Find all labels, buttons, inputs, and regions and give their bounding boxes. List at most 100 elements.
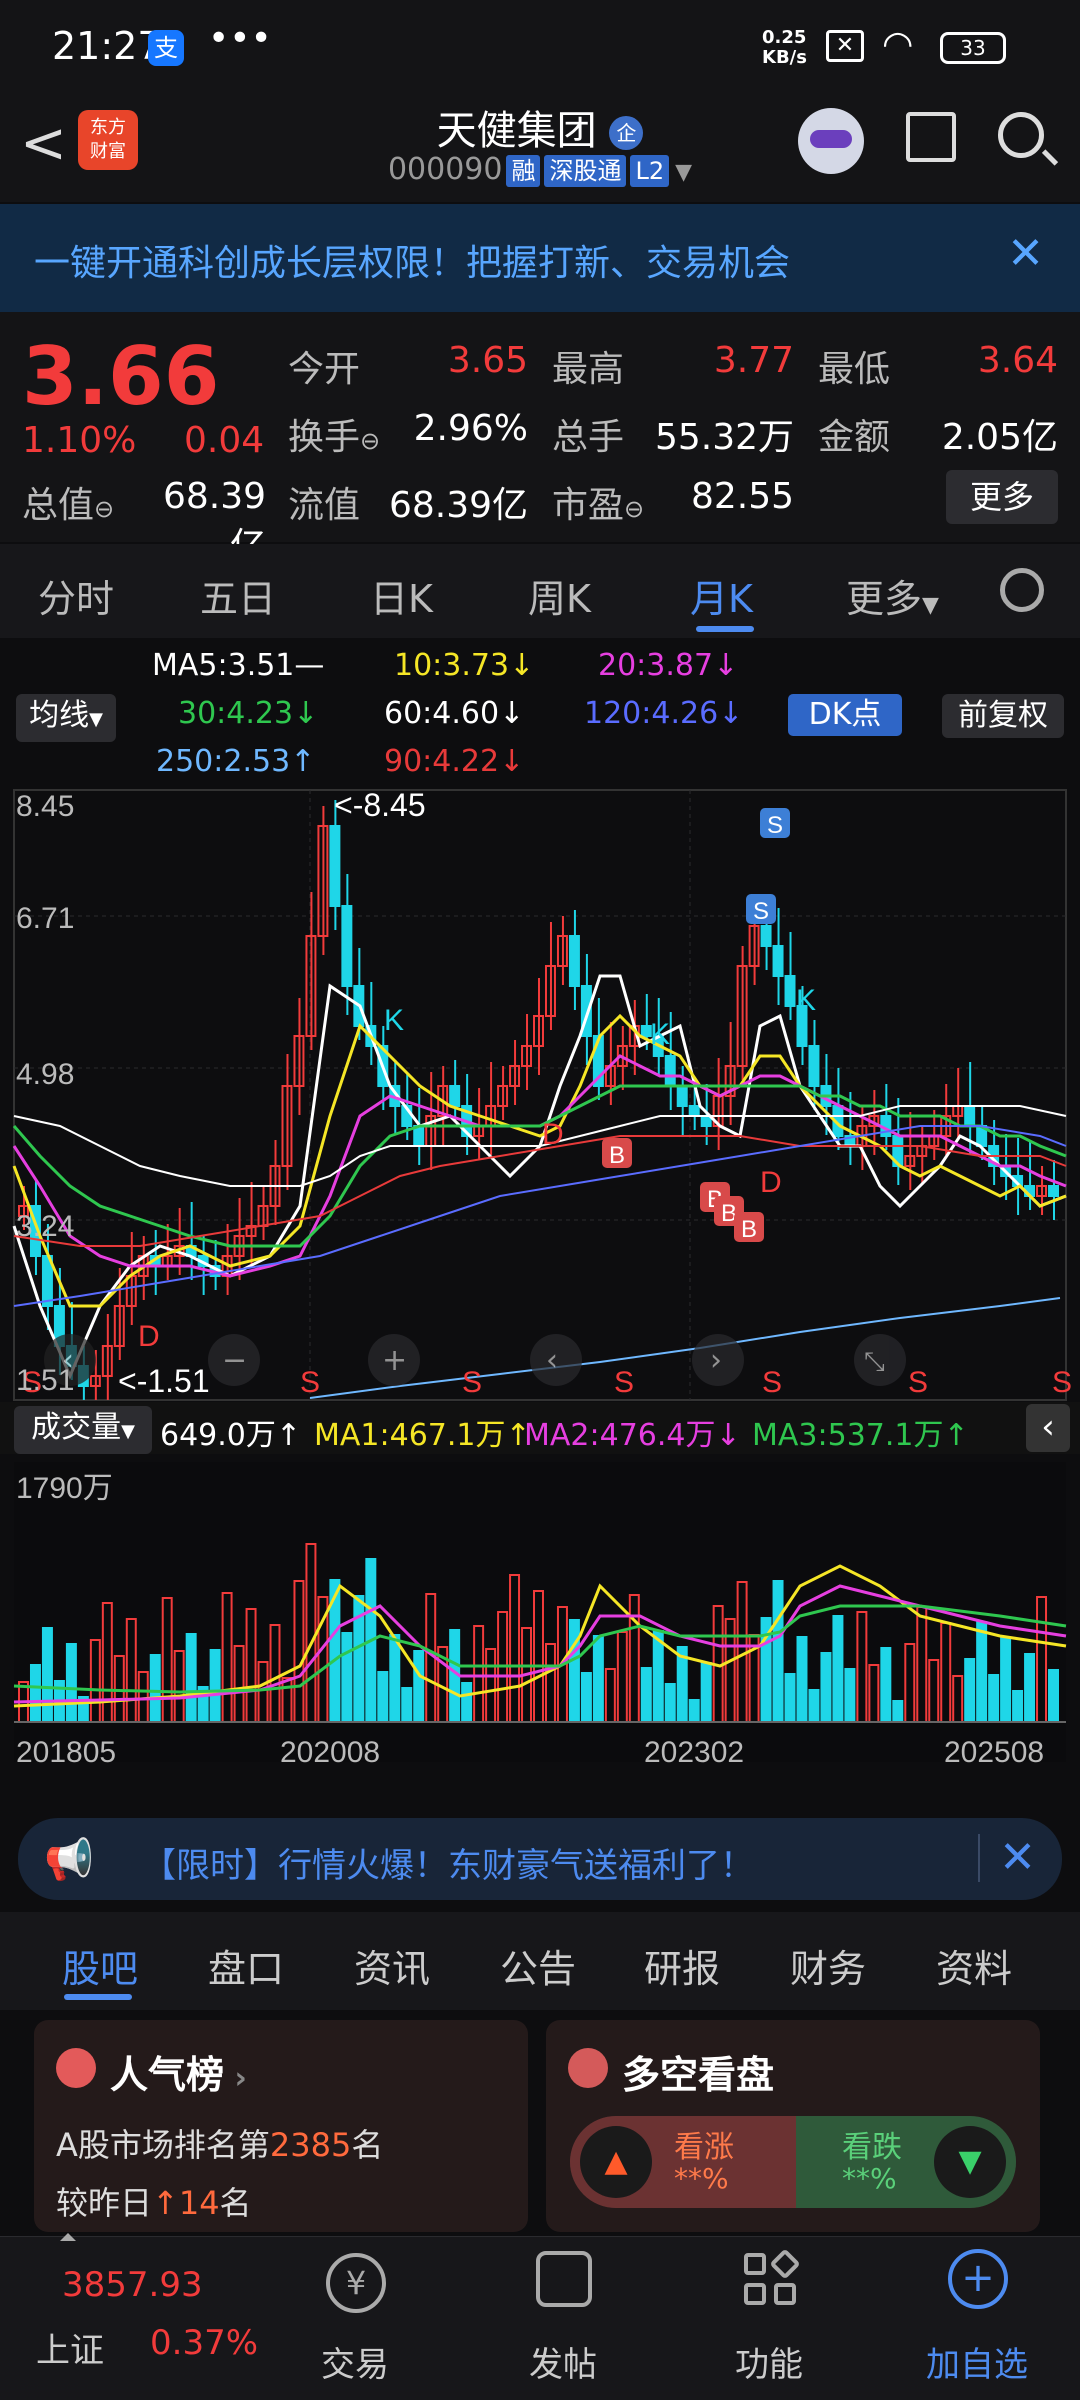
more-button[interactable]: 更多 — [946, 470, 1058, 524]
high-label: 最高 — [552, 349, 625, 390]
nav-functions[interactable]: 功能 — [694, 2337, 844, 2386]
add-watchlist-icon[interactable]: + — [948, 2249, 1008, 2309]
index-percent: 0.37% — [150, 2323, 259, 2363]
active-tab-indicator — [696, 626, 754, 632]
trade-icon[interactable]: ¥ — [326, 2253, 386, 2313]
enterprise-badge: 企 — [609, 116, 644, 150]
candle-body — [700, 1115, 712, 1127]
y-label-min: 1.51 — [16, 1364, 74, 1397]
status-bar: 21:27 支 ••• 0.25 KB/s ✕ ◠ 33 — [0, 0, 1080, 92]
volume-bar — [580, 1672, 592, 1723]
promo-bar[interactable]: 一键开通科创成长层权限！把握打新、交易机会 ✕ — [0, 204, 1080, 312]
vote-down-button[interactable]: 看跌 **% ▼ — [796, 2116, 1016, 2208]
ma250-line — [309, 1297, 1061, 1399]
search-icon[interactable] — [998, 112, 1044, 158]
nav-trade[interactable]: 交易 — [280, 2337, 430, 2386]
candle-body — [341, 905, 353, 987]
gear-icon[interactable] — [1000, 568, 1044, 612]
nav-add-watchlist[interactable]: 加自选 — [902, 2337, 1052, 2386]
trade-marker-label: S — [767, 812, 783, 839]
ma60-value: 60:4.60↓ — [384, 696, 525, 731]
volume-bar — [1048, 1669, 1059, 1723]
turnover-value: 2.96% — [413, 408, 528, 449]
tab-finance[interactable]: 财务 — [790, 1938, 866, 1993]
wifi-icon: ◠ — [882, 24, 914, 65]
no-sim-icon: ✕ — [826, 30, 864, 62]
functions-icon[interactable] — [744, 2248, 801, 2307]
kd-marker: D — [542, 1118, 564, 1151]
collapse-icon[interactable]: ‹ — [1026, 1404, 1070, 1452]
volume-bar — [820, 1652, 832, 1723]
candle-body — [808, 1045, 820, 1087]
candle-body — [784, 975, 796, 1007]
volume-bar — [1000, 1637, 1012, 1723]
change-amount: 0.04 — [184, 420, 265, 461]
kline-chart[interactable]: SSSSSSSKKKDDDBBBBSS ‹ − + ‹ › ⤡ 8.45 6.7… — [0, 786, 1080, 1800]
scroll-right-icon: › — [710, 1343, 722, 1378]
banner-text: 【限时】行情火爆！东财豪气送福利了！ — [142, 1846, 754, 1886]
ma250-value: 250:2.53↑ — [156, 744, 316, 779]
vol-ma2-value: MA2:476.4万↓ — [524, 1418, 741, 1453]
tab-intraday[interactable]: 分时 — [38, 568, 114, 623]
tab-weekly-k[interactable]: 周K — [528, 568, 591, 623]
tab-guba[interactable]: 股吧 — [62, 1938, 138, 1993]
volume-value: 649.0万↑ — [160, 1418, 302, 1453]
close-icon[interactable]: ✕ — [1007, 228, 1044, 279]
promo-banner[interactable]: 📢 【限时】行情火爆！东财豪气送福利了！ ✕ — [18, 1818, 1062, 1900]
expand-caret-icon[interactable] — [60, 2233, 76, 2241]
net-speed: 0.25 KB/s — [762, 27, 807, 68]
dk-point-button[interactable]: DK点 — [788, 694, 902, 736]
tab-pankou[interactable]: 盘口 — [208, 1938, 284, 1993]
post-icon[interactable] — [536, 2251, 592, 2307]
bull-bear-title: 多空看盘 — [622, 2053, 775, 2097]
stock-name: 天健集团 — [436, 108, 597, 154]
volume-bar — [1012, 1690, 1024, 1723]
ma120-value: 120:4.26↓ — [584, 696, 744, 731]
robot-assistant-icon[interactable] — [798, 108, 864, 174]
adjust-button[interactable]: 前复权 — [942, 694, 1064, 738]
volume-bar — [700, 1662, 712, 1723]
sell-signal-marker: S — [908, 1366, 928, 1399]
candle-body — [772, 945, 784, 977]
alipay-icon: 支 — [148, 30, 184, 66]
nav-post[interactable]: 发帖 — [488, 2337, 638, 2386]
volume-bar — [784, 1673, 796, 1723]
candle-body — [760, 925, 772, 947]
candlesticks — [18, 800, 1059, 1400]
tab-research[interactable]: 研报 — [644, 1938, 720, 1993]
dropdown-icon: ▼ — [675, 160, 693, 185]
vol-ma3-value: MA3:537.1万↑ — [752, 1418, 969, 1453]
ma-selector[interactable]: 均线▼ — [16, 694, 116, 742]
share-icon[interactable] — [906, 112, 956, 162]
popularity-card[interactable]: 人气榜 › A股市场排名第2385名 较昨日↑14名 — [34, 2020, 528, 2232]
sell-signal-marker: S — [300, 1366, 320, 1399]
ma20-value: 20:3.87↓ — [598, 648, 739, 683]
fullscreen-icon: ⤡ — [864, 1347, 885, 1377]
open-value: 3.65 — [447, 340, 528, 381]
tab-monthly-k[interactable]: 月K — [690, 568, 753, 623]
x-label-4: 202508 — [944, 1736, 1044, 1769]
ma5-value: MA5:3.51— — [152, 648, 325, 683]
tab-profile[interactable]: 资料 — [936, 1938, 1012, 1993]
tab-announcements[interactable]: 公告 — [500, 1938, 576, 1993]
bull-bear-card: 多空看盘 ▲ 看涨 **% 看跌 **% ▼ — [546, 2020, 1040, 2232]
volume-label: 总手 — [552, 417, 625, 458]
vote-up-button[interactable]: ▲ 看涨 **% — [570, 2116, 796, 2208]
tab-daily-k[interactable]: 日K — [370, 568, 433, 623]
volume-selector[interactable]: 成交量▼ — [14, 1406, 152, 1454]
turnover-label[interactable]: 换手⊖ — [288, 408, 380, 460]
index-value[interactable]: 3857.93 — [62, 2265, 203, 2305]
amount-value: 2.05亿 — [941, 417, 1058, 458]
tab-news[interactable]: 资讯 — [354, 1938, 430, 1993]
ma30-value: 30:4.23↓ — [178, 696, 319, 731]
pe-label[interactable]: 市盈⊖ — [552, 476, 644, 528]
open-label: 今开 — [288, 349, 361, 390]
popularity-title: 人气榜 › — [110, 2053, 247, 2097]
banner-close-icon[interactable]: ✕ — [999, 1832, 1036, 1883]
y-label-max: 8.45 — [16, 790, 74, 823]
battery-icon: 33 — [940, 32, 1006, 64]
tab-more[interactable]: 更多▼ — [846, 568, 939, 623]
tab-five-day[interactable]: 五日 — [200, 568, 276, 623]
min-price-label: <-1.51 — [118, 1363, 210, 1399]
mktcap-label[interactable]: 总值⊖ — [22, 476, 114, 528]
